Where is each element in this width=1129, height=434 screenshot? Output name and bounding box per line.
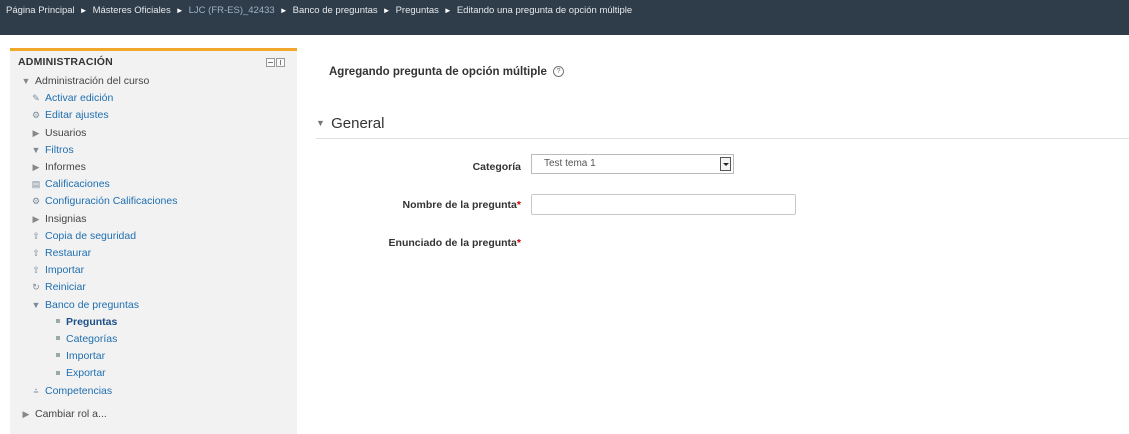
sidebar-item[interactable]: ▼ Banco de preguntas: [30, 297, 139, 314]
breadcrumb: Página Principal ► Másteres Oficiales ► LJC …: [6, 5, 632, 16]
sidebar-item-label: Preguntas: [66, 315, 118, 328]
reset-icon: ↻: [32, 282, 40, 293]
administration-block: ADMINISTRACIÓN ▼ Administración del curso…: [10, 48, 297, 434]
question-name-label: Nombre de la pregunta*: [403, 199, 521, 211]
sidebar-item[interactable]: ⩮ Competencias: [30, 383, 112, 400]
sidebar-item[interactable]: ✎ Activar edición: [30, 90, 113, 107]
sidebar-item[interactable]: ▶ Cambiar rol a...: [20, 406, 107, 423]
grades-table-icon: ▤: [31, 179, 41, 190]
bullet-icon: [56, 319, 60, 324]
section-divider: [316, 138, 1129, 139]
sidebar-item[interactable]: ▼ Filtros: [30, 142, 74, 159]
sidebar-item-label: Categorías: [66, 333, 118, 345]
import-icon: ⇧: [32, 265, 40, 276]
sidebar-item-label: Informes: [45, 161, 86, 173]
category-select-value: Test tema 1: [544, 158, 596, 169]
question-statement-label: Enunciado de la pregunta*: [389, 237, 521, 249]
backup-icon: ⇧: [32, 230, 40, 241]
question-name-label-text: Nombre de la pregunta: [402, 199, 517, 211]
sidebar-item[interactable]: ▶ Usuarios: [30, 125, 87, 142]
collapsed-caret-icon: ▶: [32, 213, 40, 224]
sidebar-item[interactable]: ▤ Calificaciones: [30, 176, 110, 193]
question-statement-label-text: Enunciado de la pregunta: [388, 237, 517, 249]
sidebar-item[interactable]: ⇧ Restaurar: [30, 245, 91, 262]
sidebar-item-label: Competencias: [45, 384, 113, 397]
breadcrumb-separator-icon: ►: [443, 6, 452, 15]
sidebar-item[interactable]: ↻ Reiniciar: [30, 279, 86, 296]
sidebar-item-label: Activar edición: [45, 92, 114, 105]
breadcrumb-separator-icon: ►: [279, 6, 288, 15]
sidebar-item[interactable]: Exportar: [56, 365, 106, 382]
sidebar-item-label: Administración del curso: [35, 75, 150, 87]
chevron-down-icon[interactable]: [720, 157, 731, 171]
sidebar-item[interactable]: ⇧ Copia de seguridad: [30, 228, 136, 245]
sidebar-item[interactable]: ⚙ Editar ajustes: [30, 107, 109, 124]
sidebar-item-label: Usuarios: [45, 126, 87, 139]
block-title: ADMINISTRACIÓN: [18, 56, 113, 68]
sidebar-item[interactable]: ▼ Administración del curso: [20, 73, 150, 90]
sidebar-item-label: Insignias: [45, 212, 87, 225]
sidebar-item[interactable]: ▶ Informes: [30, 159, 86, 176]
section-general-toggle[interactable]: ▼ General: [316, 115, 384, 132]
sidebar-item-label: Configuración Calificaciones: [45, 195, 178, 208]
collapsed-caret-icon: ▶: [32, 162, 40, 172]
sidebar-item-label: Restaurar: [45, 247, 92, 259]
breadcrumb-item: Editando una pregunta de opción múltiple: [456, 5, 633, 16]
pencil-icon: ✎: [32, 93, 40, 104]
breadcrumb-item[interactable]: Banco de preguntas: [293, 5, 378, 16]
required-icon: *: [516, 237, 521, 249]
gear-icon: ⚙: [31, 196, 41, 207]
collapsed-caret-icon: ▶: [32, 127, 40, 138]
page-title-text: Agregando pregunta de opción múltiple: [329, 66, 547, 78]
question-name-input[interactable]: [531, 194, 796, 215]
help-icon[interactable]: ?: [553, 66, 565, 78]
expanded-caret-icon: ▼: [31, 299, 41, 310]
breadcrumb-item[interactable]: Preguntas: [396, 5, 439, 16]
restore-icon: ⇧: [32, 248, 40, 258]
breadcrumb-separator-icon: ►: [175, 6, 184, 15]
bullet-icon: [56, 336, 60, 341]
sidebar-item-label: Importar: [66, 350, 106, 363]
sidebar-item-label: Exportar: [66, 367, 106, 380]
sidebar-item[interactable]: Preguntas: [56, 314, 117, 331]
gear-icon: ⚙: [31, 110, 41, 121]
collapsed-caret-icon: ▶: [22, 408, 30, 419]
filter-icon: ▼: [31, 144, 41, 155]
breadcrumb-item[interactable]: LJC (FR-ES)_42433: [189, 5, 275, 16]
bullet-icon: [56, 370, 60, 375]
competencies-icon: ⩮: [33, 385, 39, 396]
required-icon: *: [516, 199, 521, 211]
breadcrumb-bar: Página Principal ► Másteres Oficiales ► LJC …: [0, 0, 1129, 35]
sidebar-item-label: Banco de preguntas: [45, 298, 139, 311]
breadcrumb-item[interactable]: Másteres Oficiales: [93, 5, 171, 16]
sidebar-item-label: Importar: [45, 264, 85, 277]
bullet-icon: [56, 353, 60, 358]
category-label-text: Categoría: [472, 161, 521, 173]
sidebar-item-label: Copia de seguridad: [45, 229, 137, 242]
breadcrumb-separator-icon: ►: [79, 6, 88, 15]
section-caret-icon: ▼: [316, 118, 325, 128]
collapse-block-icon[interactable]: [266, 58, 275, 67]
breadcrumb-separator-icon: ►: [382, 6, 391, 15]
dock-block-icon[interactable]: [276, 58, 285, 67]
section-title: General: [331, 115, 385, 132]
sidebar-item[interactable]: Importar: [56, 348, 105, 365]
sidebar-item-label: Filtros: [45, 143, 74, 156]
sidebar-item[interactable]: Categorías: [56, 331, 117, 348]
category-select[interactable]: Test tema 1: [531, 154, 734, 174]
sidebar-item[interactable]: ⚙ Configuración Calificaciones: [30, 193, 178, 210]
breadcrumb-item[interactable]: Página Principal: [6, 5, 75, 16]
sidebar-item[interactable]: ▶ Insignias: [30, 211, 87, 228]
page-title: Agregando pregunta de opción múltiple ?: [329, 66, 565, 78]
category-label: Categoría: [473, 161, 521, 173]
sidebar-item[interactable]: ⇧ Importar: [30, 262, 84, 279]
sidebar-item-label: Cambiar rol a...: [35, 407, 107, 420]
sidebar-item-label: Calificaciones: [45, 178, 110, 191]
sidebar-item-label: Editar ajustes: [45, 109, 109, 122]
block-controls: [266, 58, 285, 67]
sidebar-item-label: Reiniciar: [45, 281, 86, 294]
expanded-caret-icon: ▼: [21, 76, 31, 86]
